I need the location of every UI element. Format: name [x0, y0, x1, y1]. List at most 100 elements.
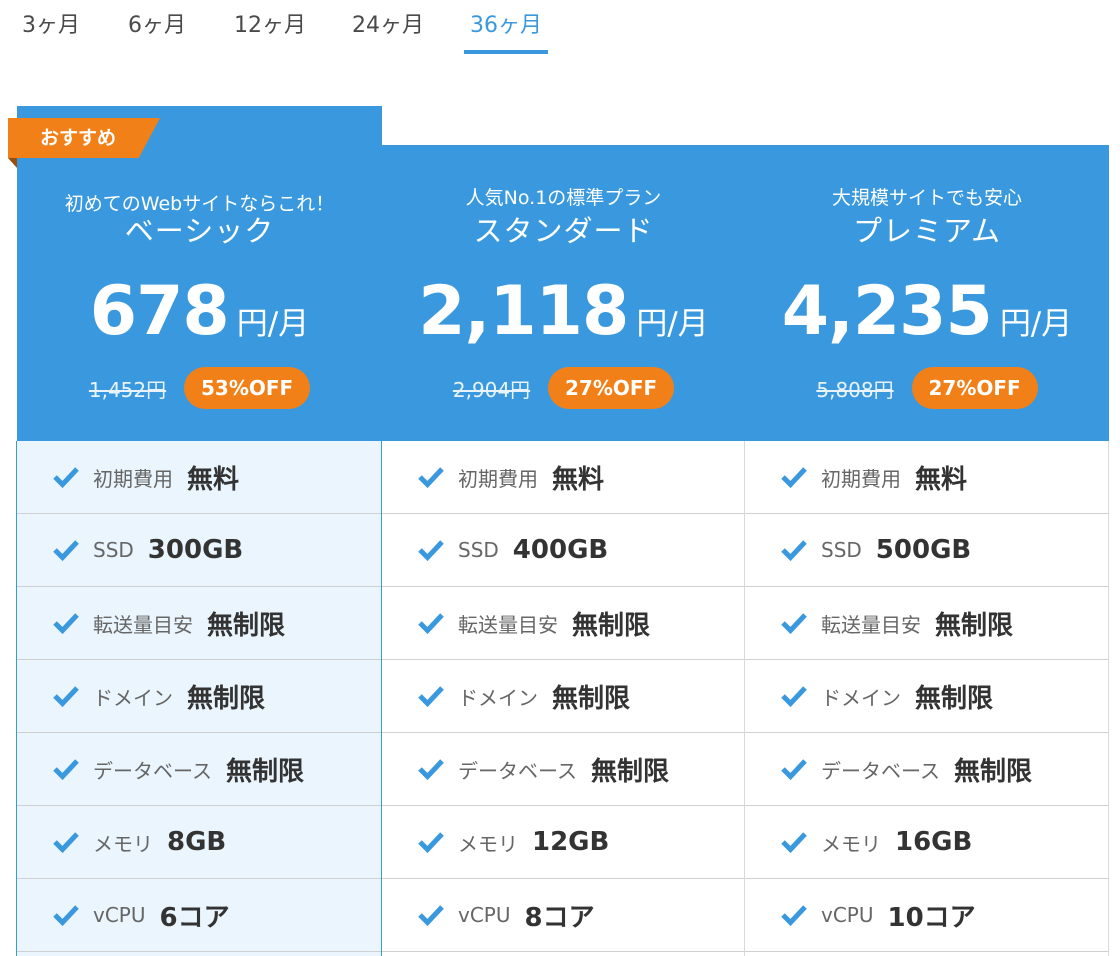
feature-value: 無制限	[187, 683, 266, 714]
plan-tagline: 人気No.1の標準プラン	[465, 187, 662, 209]
feature-label: SSD	[93, 538, 134, 562]
plan-price: 678	[89, 272, 230, 351]
plan-tagline: 大規模サイトでも安心	[831, 187, 1022, 209]
feature-value: 無料	[187, 464, 240, 495]
check-icon	[53, 540, 79, 561]
feature-row: SSD 400GB	[382, 514, 744, 587]
feature-label: vCPU	[93, 903, 146, 927]
feature-label: vCPU	[458, 903, 511, 927]
discount-row: 2,904円 27%OFF	[382, 367, 745, 409]
feature-row: SSD 500GB	[745, 514, 1108, 587]
feature-row: 初期費用 無料	[17, 441, 381, 514]
plan-price: 2,118	[418, 272, 629, 351]
features-premium: 初期費用 無料 SSD 500GB 転送量目安 無制限 ドメイン 無制限 データベース無…	[745, 441, 1109, 956]
check-icon	[53, 905, 79, 926]
tab-12-months[interactable]: 12ヶ月	[234, 8, 306, 54]
feature-value: 8GB	[167, 827, 227, 857]
features-standard: 初期費用 無料 SSD 400GB 転送量目安 無制限 ドメイン 無制限 データベース無…	[382, 441, 745, 956]
check-icon	[53, 832, 79, 853]
feature-label: vCPU	[821, 903, 874, 927]
discount-row: 5,808円 27%OFF	[745, 367, 1109, 409]
check-icon	[53, 686, 79, 707]
discount-row: 1,452円 53%OFF	[17, 367, 382, 409]
plan-name: スタンダード	[473, 214, 654, 248]
check-icon	[781, 467, 807, 488]
feature-row: メモリ 12GB	[382, 806, 744, 879]
price-unit: 円/月	[999, 306, 1073, 342]
feature-row: 転送量目安 無制限	[382, 587, 744, 660]
feature-value: 無制限	[552, 683, 631, 714]
check-icon	[53, 613, 79, 634]
feature-label: 転送量目安	[93, 612, 193, 637]
tab-6-months[interactable]: 6ヶ月	[128, 8, 186, 54]
check-icon	[781, 686, 807, 707]
discount-badge: 27%OFF	[548, 367, 675, 409]
feature-row: vCPU 6コア	[17, 879, 381, 952]
feature-label: ドメイン	[93, 685, 173, 710]
price-row: 4,235 円/月	[745, 272, 1109, 352]
price-row: 678 円/月	[17, 272, 382, 352]
feature-label: ドメイン	[458, 685, 538, 710]
plan-header-premium: 大規模サイトでも安心 プレミアム 4,235 円/月 5,808円 27%OFF	[745, 145, 1109, 441]
plan-price: 4,235	[781, 272, 993, 351]
feature-row: vCPU 8コア	[382, 879, 744, 952]
check-icon	[781, 540, 807, 561]
plan-header-standard: 人気No.1の標準プラン スタンダード 2,118 円/月 2,904円 27%…	[382, 145, 745, 441]
feature-label: データベース	[821, 758, 940, 783]
price-unit: 円/月	[636, 306, 709, 342]
feature-row: vCPU 10コア	[745, 879, 1108, 952]
check-icon	[781, 905, 807, 926]
check-icon	[781, 759, 807, 780]
feature-value: 8コア	[524, 902, 595, 933]
feature-value: 無制限	[954, 756, 1033, 787]
feature-label: 転送量目安	[821, 612, 921, 637]
price-unit: 円/月	[236, 306, 310, 342]
feature-value: 無料	[552, 464, 605, 495]
check-icon	[418, 832, 444, 853]
feature-value: 無料	[915, 464, 968, 495]
feature-value: 12GB	[532, 827, 610, 857]
tab-24-months[interactable]: 24ヶ月	[352, 8, 424, 54]
feature-value: 400GB	[512, 535, 609, 565]
check-icon	[53, 759, 79, 780]
feature-value: 16GB	[895, 827, 973, 857]
feature-label: ドメイン	[821, 685, 901, 710]
feature-row: データベース 無制限	[17, 733, 381, 806]
feature-value: 無制限	[207, 610, 286, 641]
check-icon	[781, 613, 807, 634]
term-tabs: 3ヶ月 6ヶ月 12ヶ月 24ヶ月 36ヶ月	[0, 0, 1120, 56]
check-icon	[418, 686, 444, 707]
feature-label: メモリ	[93, 831, 153, 856]
feature-label: 初期費用	[458, 466, 538, 491]
check-icon	[781, 832, 807, 853]
check-icon	[418, 613, 444, 634]
tab-3-months[interactable]: 3ヶ月	[22, 8, 80, 54]
recommend-ribbon: おすすめ	[8, 118, 160, 158]
feature-value: 300GB	[147, 535, 244, 565]
feature-value: 10コア	[887, 902, 976, 933]
check-icon	[418, 540, 444, 561]
feature-row: 転送量目安 無制限	[17, 587, 381, 660]
feature-row: 初期費用 無料	[745, 441, 1108, 514]
check-icon	[53, 467, 79, 488]
tab-36-months[interactable]: 36ヶ月	[464, 8, 548, 54]
feature-label: SSD	[821, 538, 862, 562]
plan-name: プレミアム	[853, 214, 1001, 248]
feature-label: データベース	[458, 758, 577, 783]
feature-label: SSD	[458, 538, 499, 562]
ribbon-fold	[8, 158, 17, 168]
feature-row: データベース 無制限	[382, 733, 744, 806]
check-icon	[418, 467, 444, 488]
discount-badge: 27%OFF	[911, 367, 1038, 409]
feature-row: 初期費用 無料	[382, 441, 744, 514]
feature-row: メモリ 16GB	[745, 806, 1108, 879]
check-icon	[418, 905, 444, 926]
feature-label: データベース	[93, 758, 212, 783]
price-row: 2,118 円/月	[382, 272, 745, 352]
feature-label: 初期費用	[93, 466, 173, 491]
feature-value: 6コア	[159, 902, 230, 933]
feature-label: メモリ	[821, 831, 881, 856]
feature-value: 500GB	[875, 535, 972, 565]
feature-row: データベース 無制限	[745, 733, 1108, 806]
feature-label: 初期費用	[821, 466, 901, 491]
